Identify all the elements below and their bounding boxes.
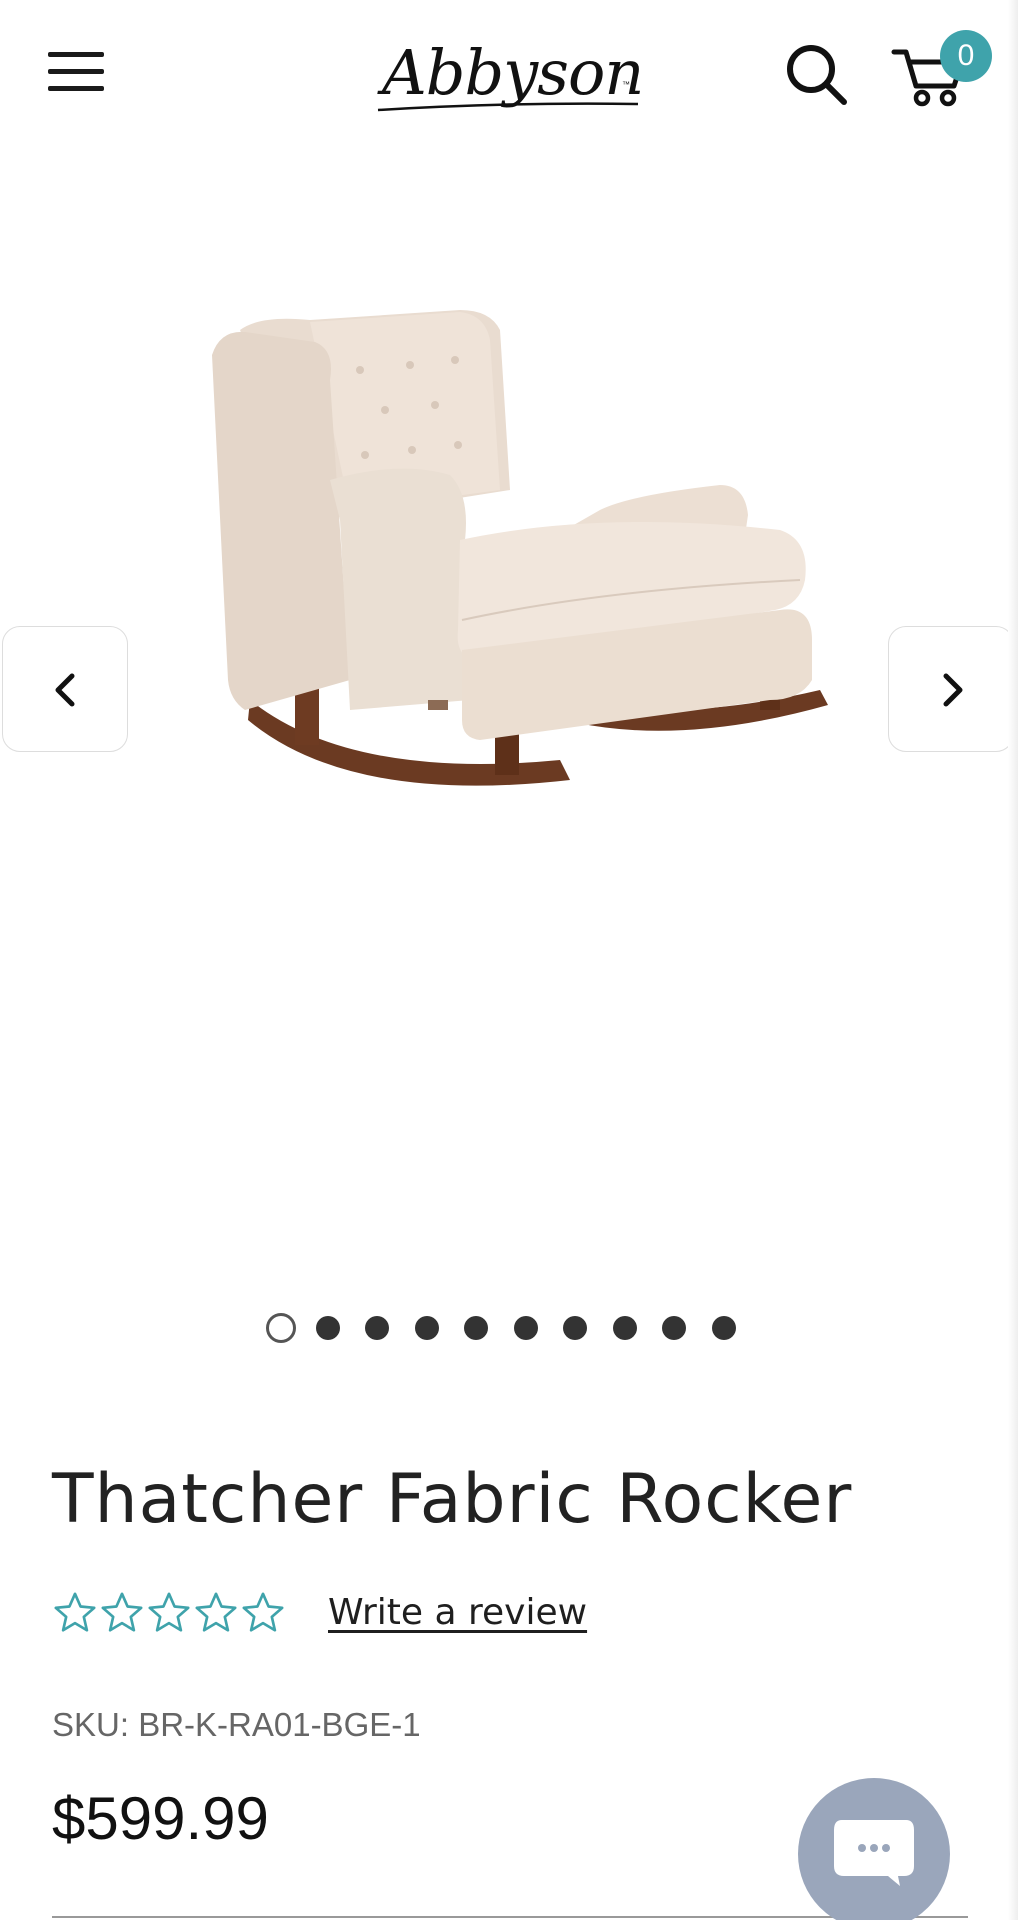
- product-gallery: [0, 150, 1018, 1370]
- chat-button[interactable]: [798, 1778, 950, 1920]
- slide-dot[interactable]: [464, 1316, 488, 1340]
- slide-dot[interactable]: [365, 1316, 389, 1340]
- chevron-right-icon: [943, 673, 963, 707]
- slide-dot[interactable]: [513, 1316, 538, 1340]
- slide-dot[interactable]: [612, 1316, 637, 1340]
- star-icon[interactable]: [99, 1590, 145, 1636]
- search-icon[interactable]: [784, 42, 850, 108]
- star-icon[interactable]: [240, 1590, 286, 1636]
- menu-icon[interactable]: [48, 48, 106, 94]
- prev-slide-button[interactable]: [2, 626, 128, 752]
- slide-dot-active[interactable]: [266, 1313, 296, 1343]
- product-image[interactable]: [200, 260, 840, 830]
- star-icon[interactable]: [52, 1590, 98, 1636]
- write-review-link[interactable]: Write a review: [328, 1592, 587, 1633]
- chat-bubble-icon: [834, 1820, 914, 1886]
- product-page: Abbyson ™ 0 Thatcher Fabric Rocker Write…: [0, 0, 1018, 1920]
- slide-dot[interactable]: [315, 1316, 340, 1340]
- star-rating[interactable]: [52, 1590, 287, 1640]
- star-icon[interactable]: [193, 1590, 239, 1636]
- slide-dot[interactable]: [662, 1316, 686, 1340]
- product-sku: SKU: BR-K-RA01-BGE-1: [52, 1706, 421, 1743]
- site-header: Abbyson ™ 0: [0, 0, 1018, 150]
- product-title: Thatcher Fabric Rocker: [52, 1460, 853, 1539]
- star-icon[interactable]: [146, 1590, 192, 1636]
- slide-dot[interactable]: [711, 1316, 736, 1340]
- next-slide-button[interactable]: [888, 626, 1014, 752]
- page-edge-shadow: [1008, 0, 1018, 1920]
- logo-swash: [377, 102, 639, 112]
- brand-logo[interactable]: Abbyson ™: [372, 22, 644, 132]
- product-price: $599.99: [52, 1785, 269, 1852]
- slide-indicator: [266, 1310, 766, 1346]
- slide-dot[interactable]: [414, 1316, 439, 1340]
- slide-dot[interactable]: [563, 1316, 587, 1340]
- cart-count-badge[interactable]: 0: [940, 30, 992, 82]
- chevron-left-icon: [55, 673, 75, 707]
